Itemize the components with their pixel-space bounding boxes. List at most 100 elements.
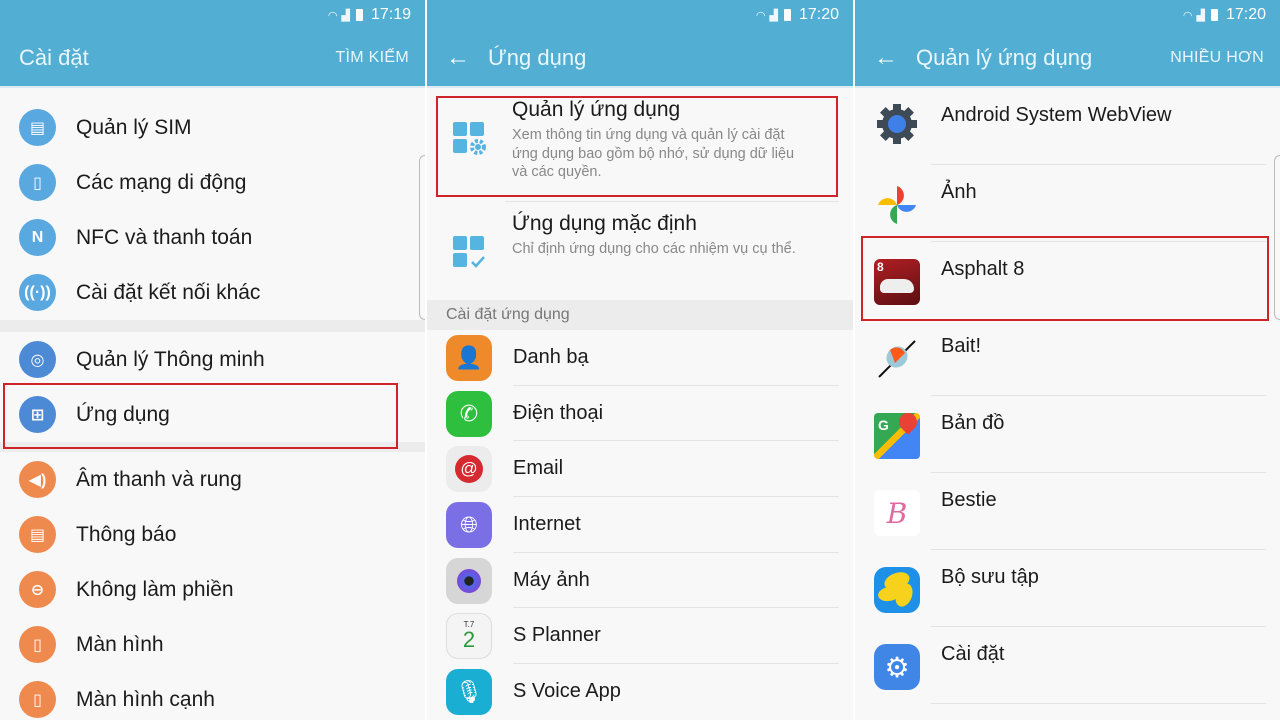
search-button[interactable]: TÌM KIẾM — [335, 49, 409, 67]
app-bar: ← Quản lý ứng dụng NHIỀU HƠN — [855, 30, 1280, 88]
settings-item-label: Thông báo — [76, 522, 177, 546]
camera-icon — [446, 557, 492, 604]
app-label: S Planner — [513, 608, 839, 665]
battery-icon — [355, 9, 363, 21]
icon-letter: B — [886, 496, 908, 530]
app-label: Bait! — [941, 335, 982, 357]
webview-gear-icon — [874, 101, 920, 147]
apps-grid-icon: ⊞ — [19, 396, 56, 433]
status-time: 17:20 — [798, 6, 839, 23]
app-item-bait[interactable]: Bait! — [855, 319, 1280, 396]
app-item-settings[interactable]: ⚙ Cài đặt — [855, 627, 1280, 704]
microphone-icon: 🎙︎ — [446, 668, 492, 715]
app-label: Điện thoại — [513, 386, 839, 442]
settings-item-sound[interactable]: ◀) Âm thanh và rung — [0, 452, 425, 507]
wifi-icon: ◠ — [327, 9, 338, 22]
settings-item-do-not-disturb[interactable]: ⊖ Không làm phiền — [0, 562, 425, 617]
settings-item-applications[interactable]: ⊞ Ứng dụng — [0, 387, 425, 442]
edge-screen-icon: ▯ — [19, 681, 56, 718]
apps-gear-icon — [453, 122, 486, 155]
app-bar: ← Ứng dụng — [427, 30, 853, 88]
item-subtitle: Chỉ định ứng dụng cho các nhiệm vụ cụ th… — [512, 241, 796, 257]
item-subtitle: Xem thông tin ứng dụng và quản lý cài đặ… — [512, 127, 795, 180]
app-label: Asphalt 8 — [941, 258, 1025, 280]
icon-badge: 8 — [877, 260, 884, 274]
battery-icon — [1210, 9, 1218, 21]
page-title: Cài đặt — [19, 45, 89, 70]
status-bar: ◠ ▟ 17:20 — [427, 0, 853, 30]
app-label: Email — [513, 441, 839, 498]
application-manager-panel: ◠ ▟ 17:20 ← Quản lý ứng dụng NHIỀU HƠN A… — [855, 0, 1280, 720]
settings-item-smart-manager[interactable]: ◎ Quản lý Thông minh — [0, 332, 425, 387]
settings-item-label: Cài đặt kết nối khác — [76, 280, 261, 304]
app-label: Danh bạ — [513, 330, 839, 386]
connection-icon: ((·)) — [19, 274, 56, 311]
app-label: Android System WebView — [941, 104, 1172, 126]
app-item-internet[interactable]: 🌐︎ Internet — [427, 497, 853, 553]
sim-card-icon: ▤ — [19, 109, 56, 146]
signal-icon: ▟ — [341, 9, 350, 22]
wifi-icon: ◠ — [755, 9, 766, 22]
app-item-android-system-webview[interactable]: Android System WebView — [855, 88, 1280, 165]
wifi-icon: ◠ — [1182, 9, 1193, 22]
nfc-icon: N — [19, 219, 56, 256]
app-label: Ảnh — [941, 181, 977, 203]
email-icon: @ — [446, 446, 492, 493]
app-item-bestie[interactable]: B Bestie — [855, 473, 1280, 550]
settings-item-label: NFC và thanh toán — [76, 225, 253, 249]
app-label: Internet — [513, 497, 839, 553]
settings-item-label: Quản lý SIM — [76, 115, 192, 139]
settings-item-label: Ứng dụng — [76, 402, 170, 426]
app-item-maps[interactable]: G Bản đồ — [855, 396, 1280, 473]
app-item-s-planner[interactable]: T.7 2 S Planner — [427, 608, 853, 665]
settings-item-more-connections[interactable]: ((·)) Cài đặt kết nối khác — [0, 265, 425, 320]
app-label: Máy ảnh — [513, 553, 839, 609]
app-label: Bestie — [941, 489, 997, 511]
settings-item-label: Các mạng di động — [76, 170, 247, 194]
maps-icon: G — [874, 409, 921, 459]
app-label: S Voice App — [513, 680, 621, 703]
app-item-gallery[interactable]: Bộ sưu tập — [855, 550, 1280, 627]
settings-item-display[interactable]: ▯ Màn hình — [0, 617, 425, 672]
status-time: 17:20 — [1225, 6, 1266, 23]
battery-icon — [783, 9, 791, 21]
app-item-contacts[interactable]: 👤 Danh bạ — [427, 330, 853, 386]
app-item-s-voice[interactable]: 🎙︎ S Voice App — [427, 664, 853, 720]
back-arrow-icon[interactable]: ← — [874, 44, 898, 72]
list-divider — [931, 703, 1266, 704]
icon-letter: G — [878, 417, 889, 433]
status-bar: ◠ ▟ 17:20 — [855, 0, 1280, 30]
app-item-phone[interactable]: ✆ Điện thoại — [427, 386, 853, 442]
settings-item-label: Không làm phiền — [76, 577, 234, 601]
page-title: Quản lý ứng dụng — [916, 45, 1093, 70]
back-arrow-icon[interactable]: ← — [446, 44, 470, 72]
app-item-camera[interactable]: Máy ảnh — [427, 553, 853, 609]
contacts-icon: 👤 — [446, 334, 492, 381]
settings-item-edge-screen[interactable]: ▯ Màn hình cạnh — [0, 672, 425, 720]
page-title: Ứng dụng — [488, 45, 587, 70]
app-item-photos[interactable]: Ảnh — [855, 165, 1280, 242]
settings-item-notifications[interactable]: ▤ Thông báo — [0, 507, 425, 562]
application-manager-item[interactable]: Quản lý ứng dụng Xem thông tin ứng dụng … — [427, 88, 853, 201]
section-divider — [0, 442, 425, 452]
status-bar: ◠ ▟ 17:19 — [0, 0, 425, 30]
more-button[interactable]: NHIỀU HƠN — [1170, 49, 1264, 67]
phone-icon: ✆ — [446, 390, 492, 437]
settings-item-sim-manager[interactable]: ▤ Quản lý SIM — [0, 100, 425, 155]
app-item-asphalt-8[interactable]: 8 Asphalt 8 — [855, 242, 1280, 319]
app-label: Bản đồ — [941, 412, 1005, 434]
section-header: Cài đặt ứng dụng — [427, 300, 853, 330]
calendar-icon: T.7 2 — [446, 613, 492, 660]
item-title: Quản lý ứng dụng — [512, 98, 681, 121]
photos-pinwheel-icon — [874, 182, 920, 228]
settings-panel: ◠ ▟ 17:19 Cài đặt TÌM KIẾM ▤ Quản lý SIM… — [0, 0, 425, 720]
default-apps-item[interactable]: Ứng dụng mặc định Chỉ định ứng dụng cho … — [427, 202, 853, 300]
app-item-email[interactable]: @ Email — [427, 441, 853, 498]
settings-item-label: Màn hình cạnh — [76, 687, 215, 711]
internet-icon: 🌐︎ — [446, 501, 492, 548]
settings-item-mobile-networks[interactable]: ▯ Các mạng di động — [0, 155, 425, 210]
edge-panel-handle[interactable] — [1274, 155, 1280, 320]
settings-item-nfc[interactable]: N NFC và thanh toán — [0, 210, 425, 265]
gallery-icon — [874, 567, 920, 613]
app-label: Cài đặt — [941, 643, 1005, 665]
